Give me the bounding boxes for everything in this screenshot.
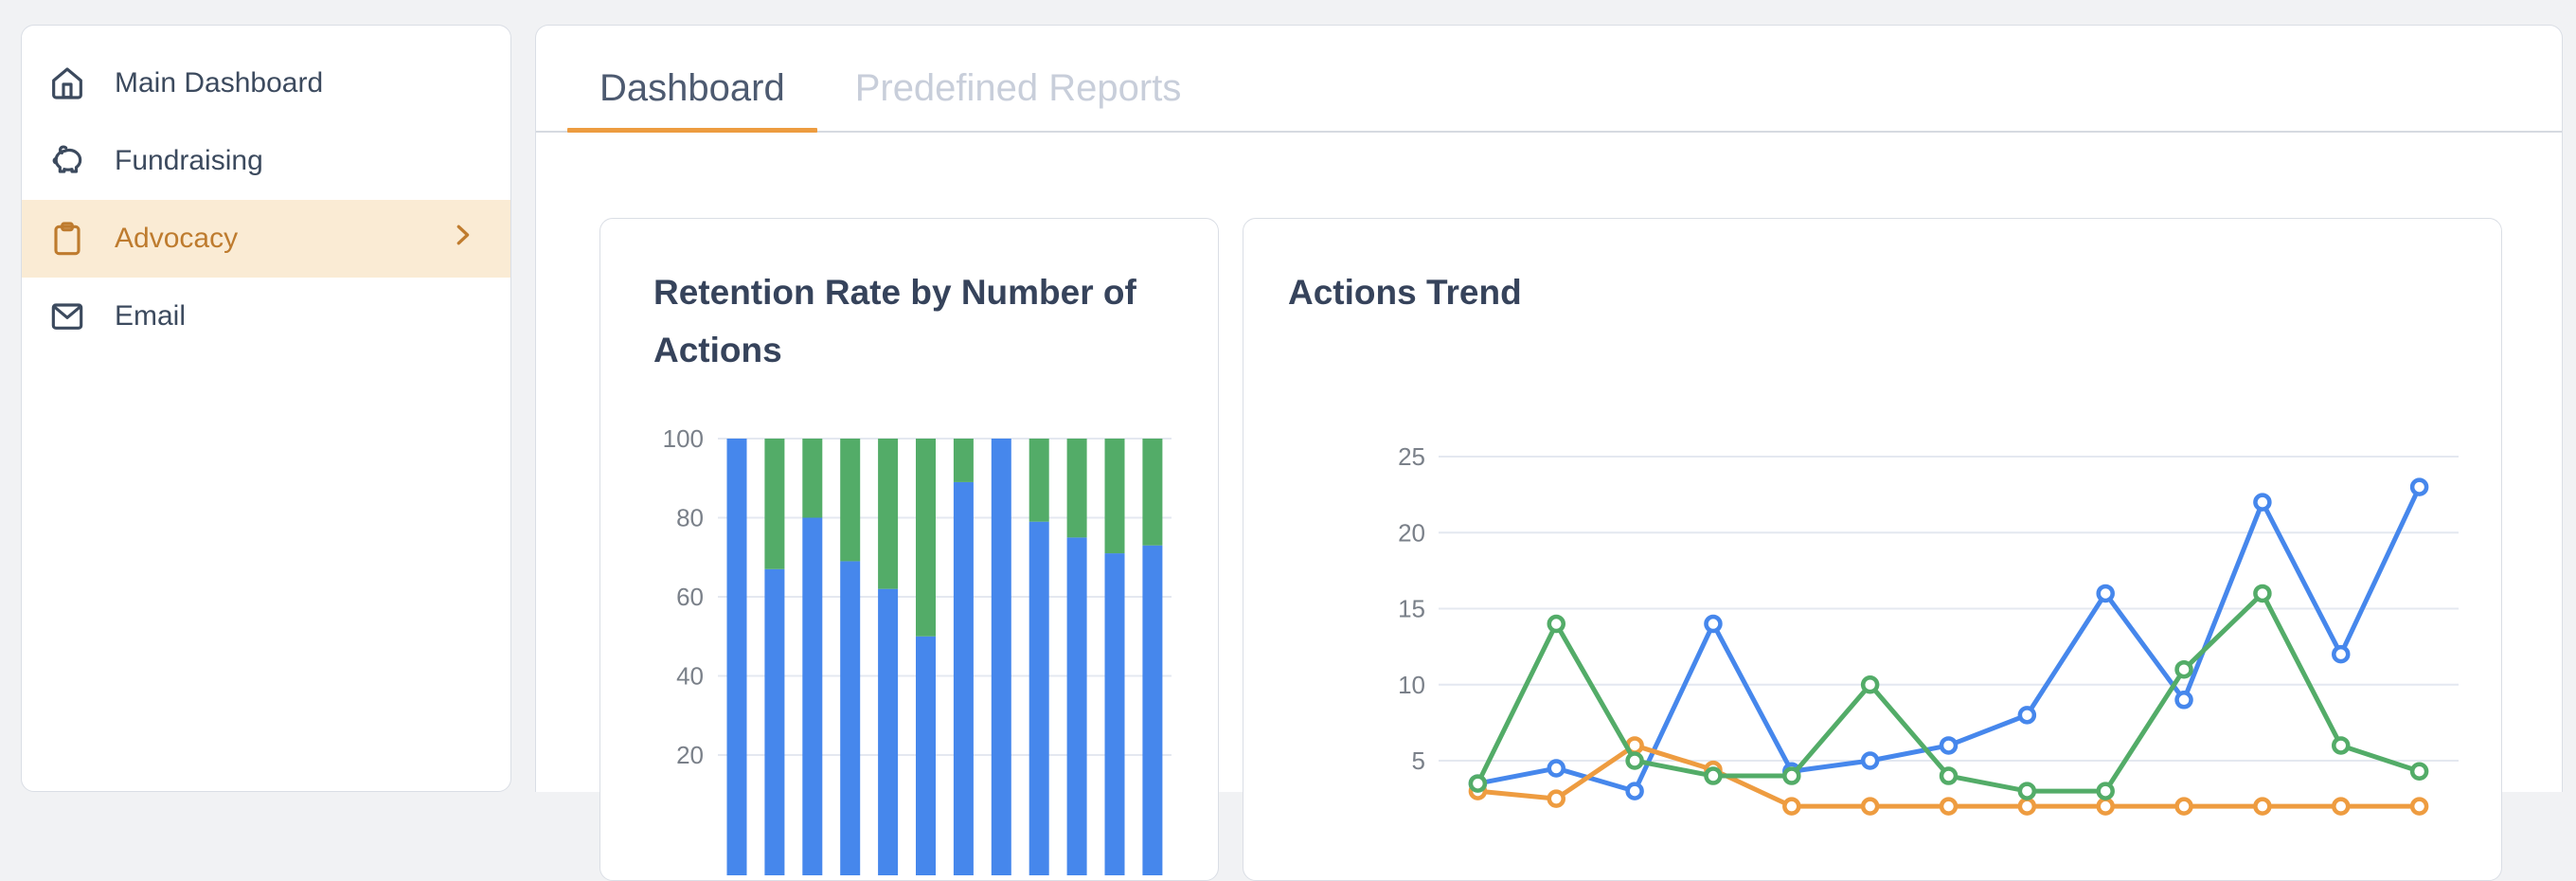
point-series-green bbox=[1863, 677, 1877, 692]
trend-chart-title: Actions Trend bbox=[1243, 219, 2501, 321]
point-series-orange bbox=[2412, 800, 2426, 814]
bar-segment-churned bbox=[878, 439, 898, 589]
bar-segment-retained bbox=[992, 439, 1011, 875]
bar-segment-retained bbox=[878, 589, 898, 875]
point-series-orange bbox=[1863, 800, 1877, 814]
bar-segment-churned bbox=[916, 439, 936, 637]
y-axis-tick: 20 bbox=[676, 741, 704, 769]
point-series-green bbox=[2020, 784, 2034, 799]
point-series-orange bbox=[1941, 800, 1956, 814]
point-series-orange bbox=[2177, 800, 2191, 814]
point-series-green bbox=[2177, 662, 2191, 676]
point-series-blue bbox=[2099, 586, 2113, 601]
point-series-blue bbox=[2020, 708, 2034, 722]
main-panel: Dashboard Predefined Reports Retention R… bbox=[535, 25, 2563, 792]
retention-chart-title: Retention Rate by Number of Actions bbox=[600, 219, 1218, 379]
y-axis-tick: 60 bbox=[676, 583, 704, 611]
point-series-blue bbox=[1549, 762, 1564, 776]
bar-segment-churned bbox=[764, 439, 784, 569]
point-series-orange bbox=[2020, 800, 2034, 814]
point-series-green bbox=[2255, 586, 2269, 601]
y-axis-tick: 40 bbox=[676, 662, 704, 691]
point-series-green bbox=[2412, 764, 2426, 779]
bar-segment-retained bbox=[1142, 546, 1162, 875]
sidebar-item-label: Fundraising bbox=[115, 145, 263, 177]
bar-segment-retained bbox=[916, 637, 936, 875]
bar-segment-retained bbox=[954, 482, 974, 875]
piggy-bank-icon bbox=[47, 142, 86, 181]
clipboard-icon bbox=[47, 220, 86, 259]
y-axis-tick: 25 bbox=[1398, 442, 1425, 471]
point-series-blue bbox=[2334, 647, 2348, 661]
point-series-blue bbox=[2255, 495, 2269, 510]
bar-segment-churned bbox=[802, 439, 822, 518]
sidebar-item-main-dashboard[interactable]: Main Dashboard bbox=[22, 45, 510, 122]
point-series-orange bbox=[2334, 800, 2348, 814]
bar-segment-churned bbox=[1067, 439, 1087, 537]
bar-segment-retained bbox=[727, 439, 747, 875]
sidebar-item-advocacy[interactable]: Advocacy bbox=[22, 200, 510, 278]
y-axis-tick: 15 bbox=[1398, 595, 1425, 623]
bar-segment-retained bbox=[1105, 553, 1125, 875]
actions-trend-card: Actions Trend 252015105 bbox=[1243, 218, 2502, 881]
bar-segment-retained bbox=[764, 569, 784, 875]
point-series-blue bbox=[2412, 480, 2426, 494]
sidebar-item-label: Main Dashboard bbox=[115, 67, 323, 99]
sidebar: Main Dashboard Fundraising Advocacy bbox=[21, 25, 511, 792]
y-axis-tick: 10 bbox=[1398, 671, 1425, 699]
tab-dashboard[interactable]: Dashboard bbox=[567, 67, 817, 131]
point-series-orange bbox=[1549, 792, 1564, 806]
point-series-orange bbox=[1784, 800, 1798, 814]
point-series-orange bbox=[2099, 800, 2113, 814]
bar-segment-churned bbox=[1105, 439, 1125, 553]
bar-segment-churned bbox=[840, 439, 860, 561]
point-series-green bbox=[1549, 617, 1564, 631]
sidebar-item-fundraising[interactable]: Fundraising bbox=[22, 122, 510, 200]
point-series-blue bbox=[1941, 738, 1956, 752]
bar-segment-retained bbox=[1067, 537, 1087, 875]
y-axis-tick: 100 bbox=[663, 428, 704, 453]
bar-segment-retained bbox=[1029, 522, 1049, 875]
point-series-green bbox=[1628, 754, 1642, 768]
point-series-blue bbox=[1706, 617, 1720, 631]
bar-segment-churned bbox=[1029, 439, 1049, 522]
point-series-blue bbox=[1628, 784, 1642, 799]
y-axis-tick: 20 bbox=[1398, 518, 1425, 547]
sidebar-item-label: Advocacy bbox=[115, 223, 238, 255]
point-series-green bbox=[2099, 784, 2113, 799]
home-icon bbox=[47, 64, 86, 103]
sidebar-item-label: Email bbox=[115, 300, 186, 333]
point-series-blue bbox=[2177, 692, 2191, 707]
point-series-green bbox=[2334, 738, 2348, 752]
point-series-orange bbox=[2255, 800, 2269, 814]
sidebar-item-email[interactable]: Email bbox=[22, 278, 510, 355]
point-series-green bbox=[1471, 777, 1485, 791]
retention-stacked-bar-chart: 100 80 60 40 20 bbox=[654, 428, 1196, 875]
tab-predefined-reports[interactable]: Predefined Reports bbox=[823, 67, 1214, 131]
actions-trend-line-chart: 252015105 bbox=[1323, 428, 2507, 875]
bar-segment-churned bbox=[954, 439, 974, 482]
tab-bar: Dashboard Predefined Reports bbox=[536, 26, 2562, 133]
bar-segment-retained bbox=[840, 561, 860, 875]
bar-segment-retained bbox=[802, 518, 822, 876]
point-series-blue bbox=[1863, 754, 1877, 768]
chevron-right-icon bbox=[448, 221, 476, 257]
y-axis-tick: 80 bbox=[676, 504, 704, 532]
dashboard-cards-row: Retention Rate by Number of Actions 100 8… bbox=[599, 218, 2562, 881]
envelope-icon bbox=[47, 297, 86, 336]
retention-rate-card: Retention Rate by Number of Actions 100 8… bbox=[599, 218, 1219, 881]
bar-segment-churned bbox=[1142, 439, 1162, 546]
